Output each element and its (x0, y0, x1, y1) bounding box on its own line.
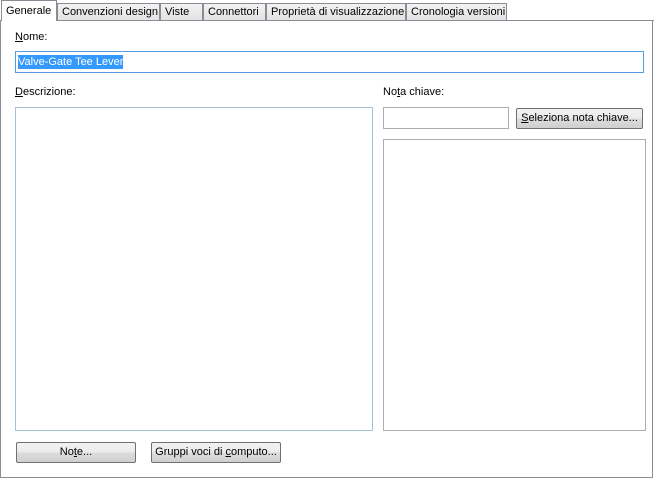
keynote-list[interactable] (383, 139, 646, 431)
select-keynote-button[interactable]: Seleziona nota chiave... (516, 108, 643, 129)
notes-button[interactable]: Note... (16, 442, 136, 463)
name-field[interactable]: Valve-Gate Tee Lever (15, 51, 644, 73)
tab-convenzioni-design[interactable]: Convenzioni design (57, 3, 160, 20)
tab-connettori[interactable]: Connettori (203, 3, 266, 20)
cost-groups-button[interactable]: Gruppi voci di computo... (151, 442, 281, 463)
tab-cronologia-versioni[interactable]: Cronologia versioni (406, 3, 507, 20)
tab-viste[interactable]: Viste (160, 3, 203, 20)
keynote-field[interactable] (383, 107, 509, 129)
tab-generale[interactable]: Generale (1, 0, 57, 21)
description-textarea[interactable] (15, 107, 373, 431)
tab-proprieta-visualizzazione[interactable]: Proprietà di visualizzazione (266, 3, 406, 20)
description-label: Descrizione: (15, 86, 76, 98)
keynote-label: Nota chiave: (383, 86, 445, 98)
name-field-value: Valve-Gate Tee Lever (18, 55, 124, 69)
name-label: Nome: (15, 31, 48, 43)
tab-strip: Generale Convenzioni design Viste Connet… (0, 0, 654, 21)
